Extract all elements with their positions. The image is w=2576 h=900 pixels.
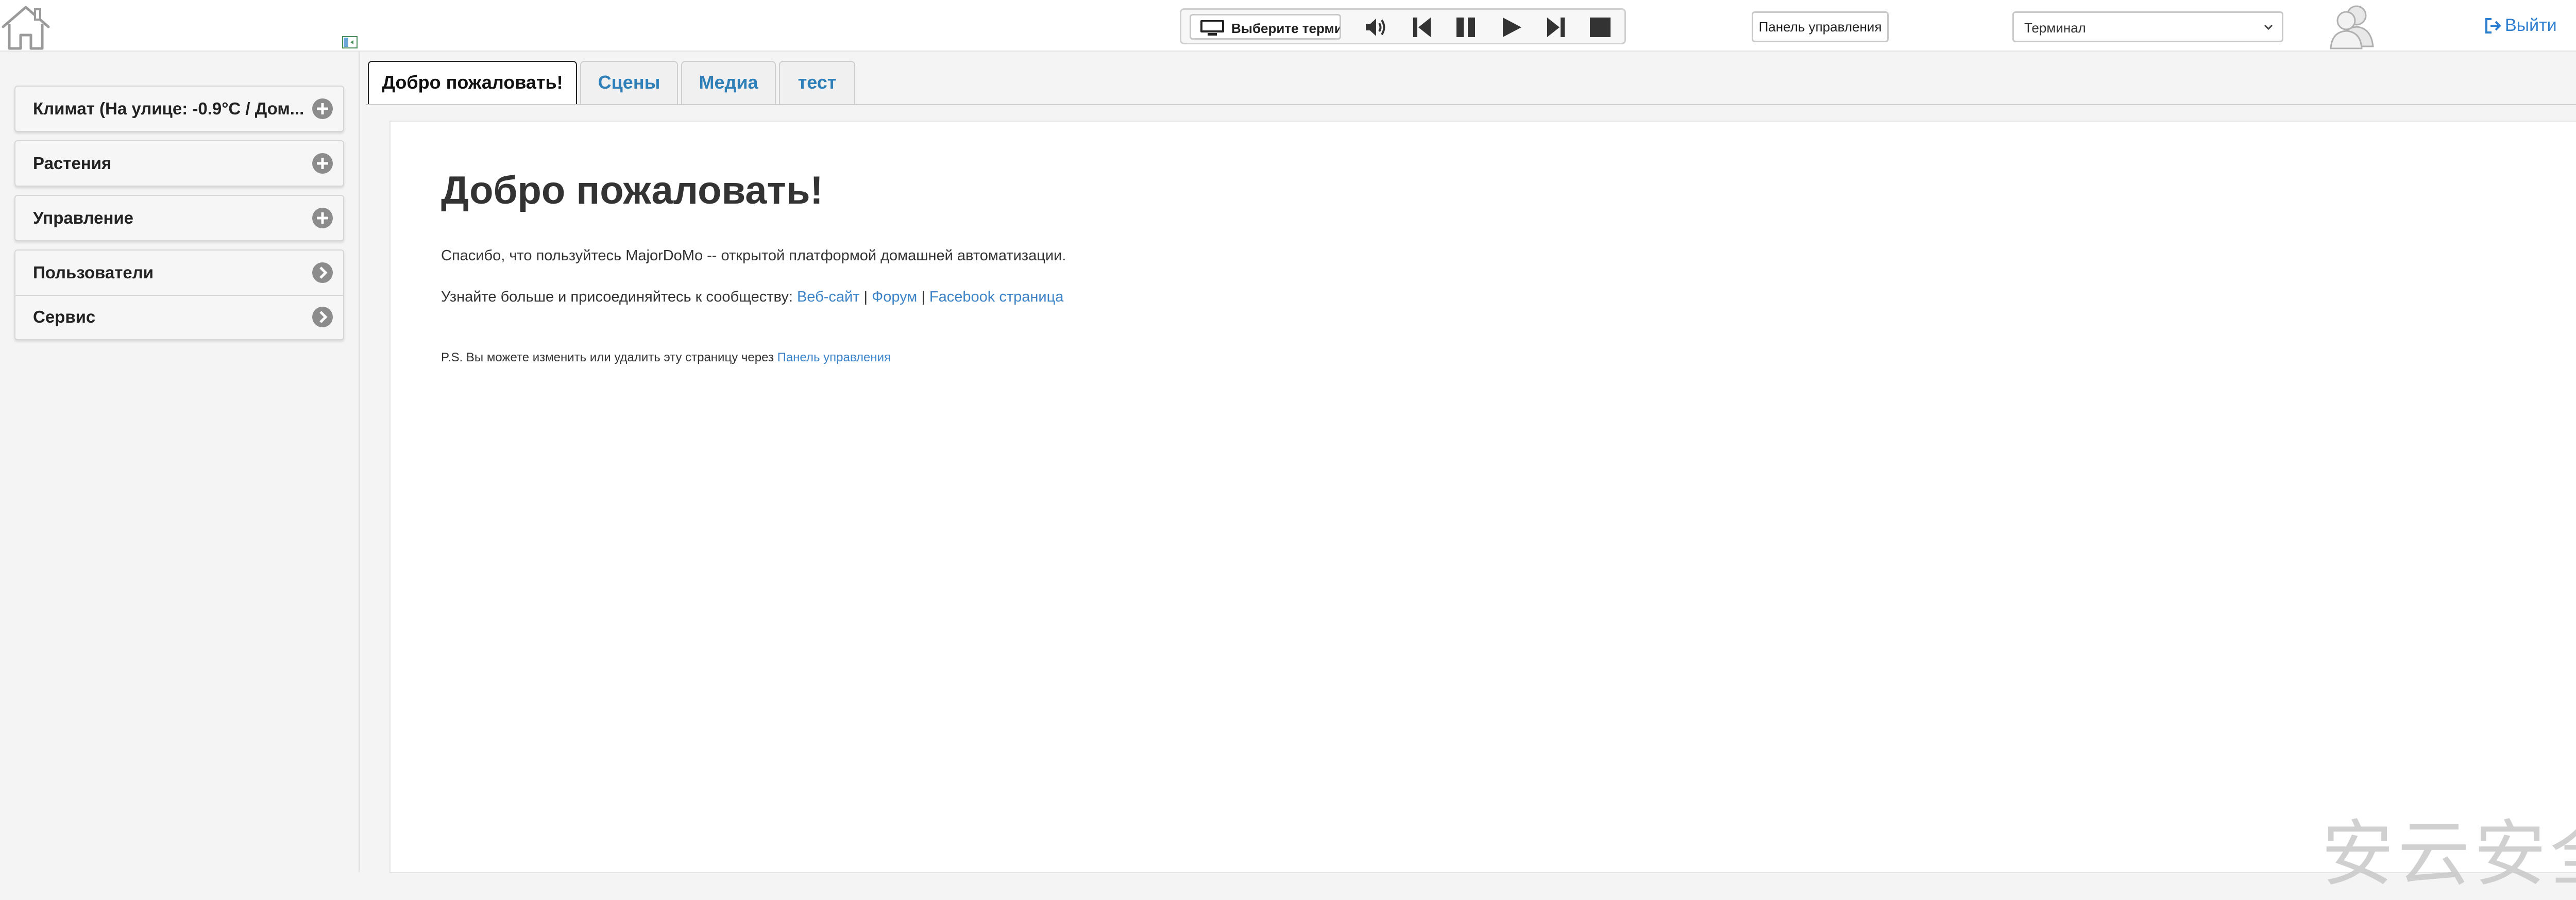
tab-test[interactable]: тест <box>779 61 855 104</box>
chevron-right-circle-icon <box>312 262 333 283</box>
previous-icon[interactable] <box>1409 15 1435 39</box>
sidebar: Климат (На улице: -0.9°C / Дом... Растен… <box>0 52 360 872</box>
monitor-icon <box>1200 20 1224 36</box>
sidebar-panel-plants: Растения <box>14 140 344 187</box>
tab-welcome[interactable]: Добро пожаловать! <box>368 61 577 105</box>
plus-circle-icon <box>312 208 333 228</box>
chevron-down-icon <box>2264 24 2273 30</box>
tab-scenes[interactable]: Сцены <box>580 61 678 104</box>
sidebar-item-label: Управление <box>33 208 134 227</box>
link-separator: | <box>921 289 925 305</box>
main-area: Добро пожаловать! Сцены Медиа тест Добро… <box>361 52 2576 873</box>
sidebar-item-service[interactable]: Сервис <box>15 295 343 339</box>
link-separator: | <box>863 289 868 305</box>
sidebar-item-control[interactable]: Управление <box>15 196 343 240</box>
top-bar: Выберите терми Панель управления Термина… <box>0 0 2576 52</box>
chevron-right-circle-icon <box>312 307 333 327</box>
sidebar-item-climate[interactable]: Климат (На улице: -0.9°C / Дом... <box>15 87 343 131</box>
sidebar-toggle-icon[interactable] <box>342 36 358 48</box>
pause-icon[interactable] <box>1453 15 1479 39</box>
select-terminal-button[interactable]: Выберите терми <box>1190 14 1341 40</box>
terminal-select[interactable]: Терминал <box>2012 11 2283 42</box>
play-icon[interactable] <box>1499 15 1524 39</box>
sidebar-item-label: Пользователи <box>33 263 154 282</box>
terminal-select-value: Терминал <box>2024 20 2086 36</box>
sidebar-item-users[interactable]: Пользователи <box>15 251 343 295</box>
next-icon[interactable] <box>1543 15 1569 39</box>
home-outline-icon[interactable] <box>0 3 52 51</box>
logout-icon <box>2485 18 2501 34</box>
watermark: 安云安全 <box>2321 813 2576 894</box>
sidebar-panel-climate: Климат (На улице: -0.9°C / Дом... <box>14 86 344 132</box>
page-title: Добро пожаловать! <box>441 169 823 212</box>
sidebar-panel-admin: Пользователи Сервис <box>14 249 344 340</box>
content-panel: Добро пожаловать! Спасибо, что пользуйте… <box>389 121 2576 873</box>
sidebar-item-label: Растения <box>33 154 112 173</box>
volume-icon[interactable] <box>1363 15 1388 39</box>
control-panel-button[interactable]: Панель управления <box>1752 11 1889 42</box>
intro-text: Спасибо, что пользуйтесь MajorDoMo -- от… <box>441 247 1066 264</box>
media-player-bar: Выберите терми <box>1180 8 1626 44</box>
forum-link[interactable]: Форум <box>872 289 917 305</box>
sidebar-item-plants[interactable]: Растения <box>15 141 343 186</box>
stop-icon[interactable] <box>1587 15 1613 39</box>
sidebar-item-label: Сервис <box>33 307 96 326</box>
plus-circle-icon <box>312 153 333 174</box>
control-panel-link[interactable]: Панель управления <box>777 351 891 364</box>
website-link[interactable]: Веб-сайт <box>797 289 860 305</box>
sidebar-item-label: Климат (На улице: -0.9°C / Дом... <box>33 99 304 118</box>
tab-media[interactable]: Медиа <box>681 61 776 104</box>
tab-strip-border <box>366 104 2576 105</box>
select-terminal-label: Выберите терми <box>1231 21 1341 36</box>
logout-label: Выйти <box>2505 15 2557 35</box>
ps-text: P.S. Вы можете изменить или удалить эту … <box>441 351 774 364</box>
community-line: Узнайте больше и присоединяйтесь к сообщ… <box>441 289 1063 306</box>
community-prefix: Узнайте больше и присоединяйтесь к сообщ… <box>441 289 793 305</box>
ps-note: P.S. Вы можете изменить или удалить эту … <box>441 351 891 365</box>
plus-circle-icon <box>312 98 333 119</box>
facebook-link[interactable]: Facebook страница <box>929 289 1063 305</box>
users-icon[interactable] <box>2328 2 2376 49</box>
sidebar-panel-control: Управление <box>14 195 344 241</box>
